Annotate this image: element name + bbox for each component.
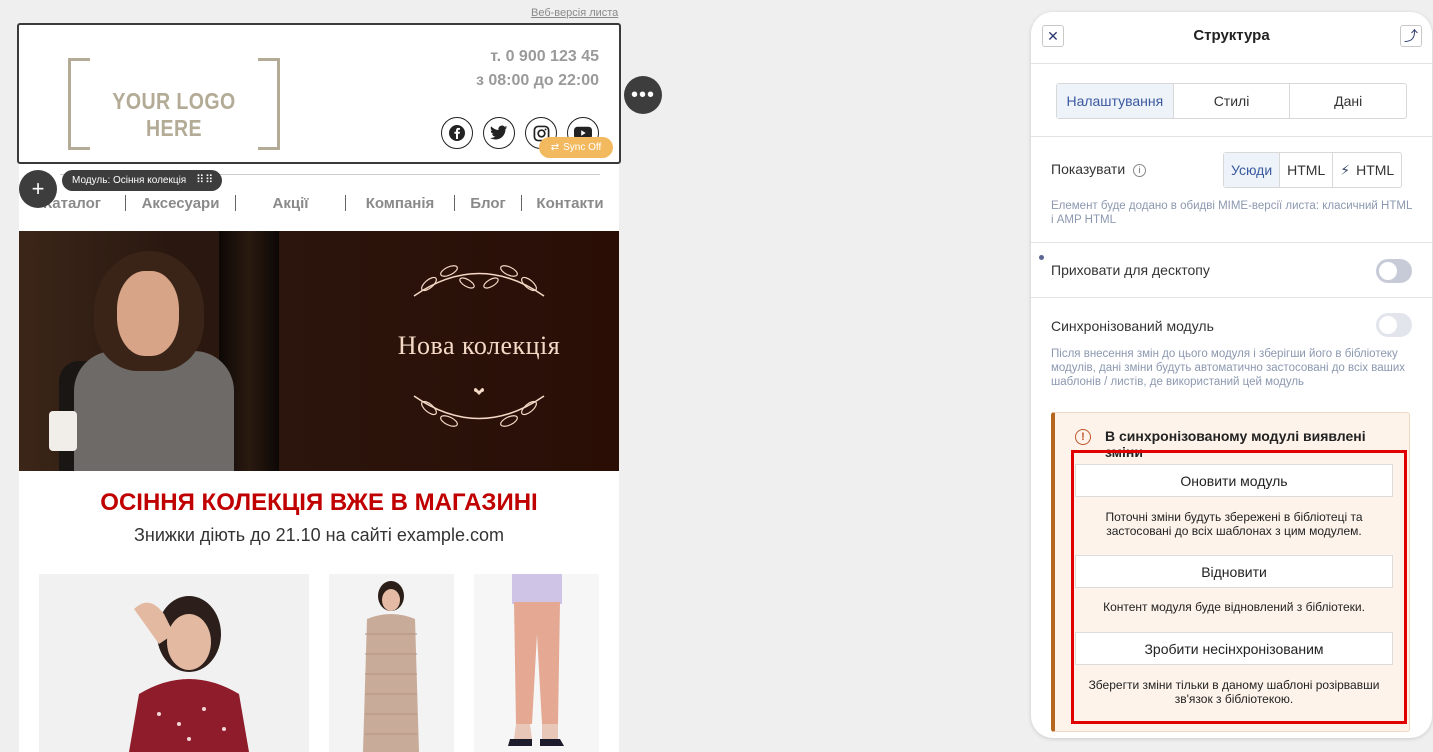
header-module[interactable]: YOUR LOGO HERE т. 0 900 123 45 з 08:00 д… [17, 23, 621, 164]
warning-icon: ! [1075, 429, 1091, 445]
panel-tabs: Налаштування Стилі Дані [1056, 83, 1407, 119]
hide-desktop-toggle[interactable] [1376, 259, 1412, 283]
menu-item-accessories[interactable]: Аксесуари [126, 195, 235, 212]
menu-item-company[interactable]: Компанія [346, 195, 454, 212]
show-label: Показувати i [1051, 161, 1147, 177]
show-option-html[interactable]: HTML [1280, 153, 1334, 187]
show-option-everywhere[interactable]: Усюди [1224, 153, 1281, 187]
indicator-dot [1039, 255, 1044, 260]
update-module-button[interactable]: Оновити модуль [1075, 464, 1393, 497]
update-module-description: Поточні зміни будуть збережені в бібліот… [1105, 510, 1363, 538]
tab-data[interactable]: Дані [1290, 84, 1406, 118]
wreath-top-icon [413, 265, 545, 297]
export-icon[interactable]: ⤴ [1400, 25, 1422, 47]
promo-subtitle: Знижки діють до 21.10 на сайті example.c… [134, 525, 504, 545]
working-hours: з 08:00 до 22:00 [475, 72, 599, 89]
restore-button[interactable]: Відновити [1075, 555, 1393, 588]
module-label-text: Модуль: Осіння колекція [72, 175, 187, 186]
panel-tabs-wrap: Налаштування Стилі Дані [1031, 64, 1432, 137]
restore-description: Контент модуля буде відновлений з бібліо… [1103, 600, 1365, 614]
product-image [39, 574, 309, 752]
module-label[interactable]: Модуль: Осіння колекція ⠿⠿ [62, 170, 223, 191]
menu-item-contacts[interactable]: Контакти [522, 195, 618, 212]
show-note: Елемент буде додано в обидві MIME-версії… [1051, 200, 1412, 226]
unsync-description: Зберегти зміни тільки в даному шаблоні р… [1088, 678, 1380, 706]
product-image [329, 574, 454, 752]
hero-title: Нова колекція [397, 331, 561, 360]
email-menu: Каталог Аксесуари Акції Компанія Блог Ко… [19, 192, 619, 214]
promo-title: ОСІННЯ КОЛЕКЦІЯ ВЖЕ В МАГАЗИНІ [100, 489, 538, 516]
phone-number: т. 0 900 123 45 [490, 48, 599, 65]
sync-arrows-icon: ⇄ [550, 142, 560, 153]
drag-grip-icon[interactable]: ⠿⠿ [196, 170, 214, 191]
contact-info: т. 0 900 123 45 з 08:00 до 22:00 [476, 45, 599, 93]
hero-banner: Нова колекція [19, 231, 619, 471]
facebook-icon[interactable] [441, 117, 473, 149]
amp-html-label: HTML [1356, 162, 1395, 178]
panel-title: Структура [1193, 27, 1270, 44]
web-version-link[interactable]: Веб-версія листа [531, 7, 618, 19]
hide-desktop-section: Приховати для десктопу [1031, 243, 1432, 298]
sync-off-badge[interactable]: ⇄ Sync Off [539, 137, 613, 158]
synced-module-label: Синхронізований модуль [1051, 318, 1214, 334]
add-module-button[interactable]: + [19, 170, 57, 208]
more-options-button[interactable]: ••• [624, 76, 662, 114]
twitter-icon[interactable] [483, 117, 515, 149]
show-label-text: Показувати [1051, 161, 1126, 177]
tab-settings[interactable]: Налаштування [1057, 84, 1174, 118]
menu-item-blog[interactable]: Блог [455, 195, 521, 212]
panel-header: ✕ Структура ⤴ [1031, 12, 1432, 64]
lightning-icon: ⚡ [1340, 161, 1351, 178]
wreath-bottom-icon [413, 388, 545, 427]
show-option-amp-html[interactable]: ⚡ HTML [1333, 153, 1401, 187]
sync-off-label: Sync Off [563, 142, 602, 153]
tab-styles[interactable]: Стилі [1174, 84, 1291, 118]
plus-icon: + [31, 176, 45, 201]
synced-module-toggle[interactable] [1376, 313, 1412, 337]
synced-note: Після внесення змін до цього модуля і зб… [1051, 348, 1406, 388]
more-dots-icon: ••• [630, 83, 655, 106]
logo-placeholder: YOUR LOGO HERE [68, 58, 280, 150]
info-icon[interactable]: i [1133, 163, 1147, 177]
logo-text: YOUR LOGO HERE [112, 88, 236, 141]
show-selector: Усюди HTML ⚡ HTML [1223, 152, 1403, 188]
hide-desktop-label: Приховати для десктопу [1051, 262, 1210, 278]
product-image [474, 574, 599, 752]
menu-item-sales[interactable]: Акції [236, 195, 345, 212]
show-section: Показувати i Усюди HTML ⚡ HTML Елемент буд… [1031, 137, 1432, 243]
unsync-button[interactable]: Зробити несінхронізованим [1075, 632, 1393, 665]
